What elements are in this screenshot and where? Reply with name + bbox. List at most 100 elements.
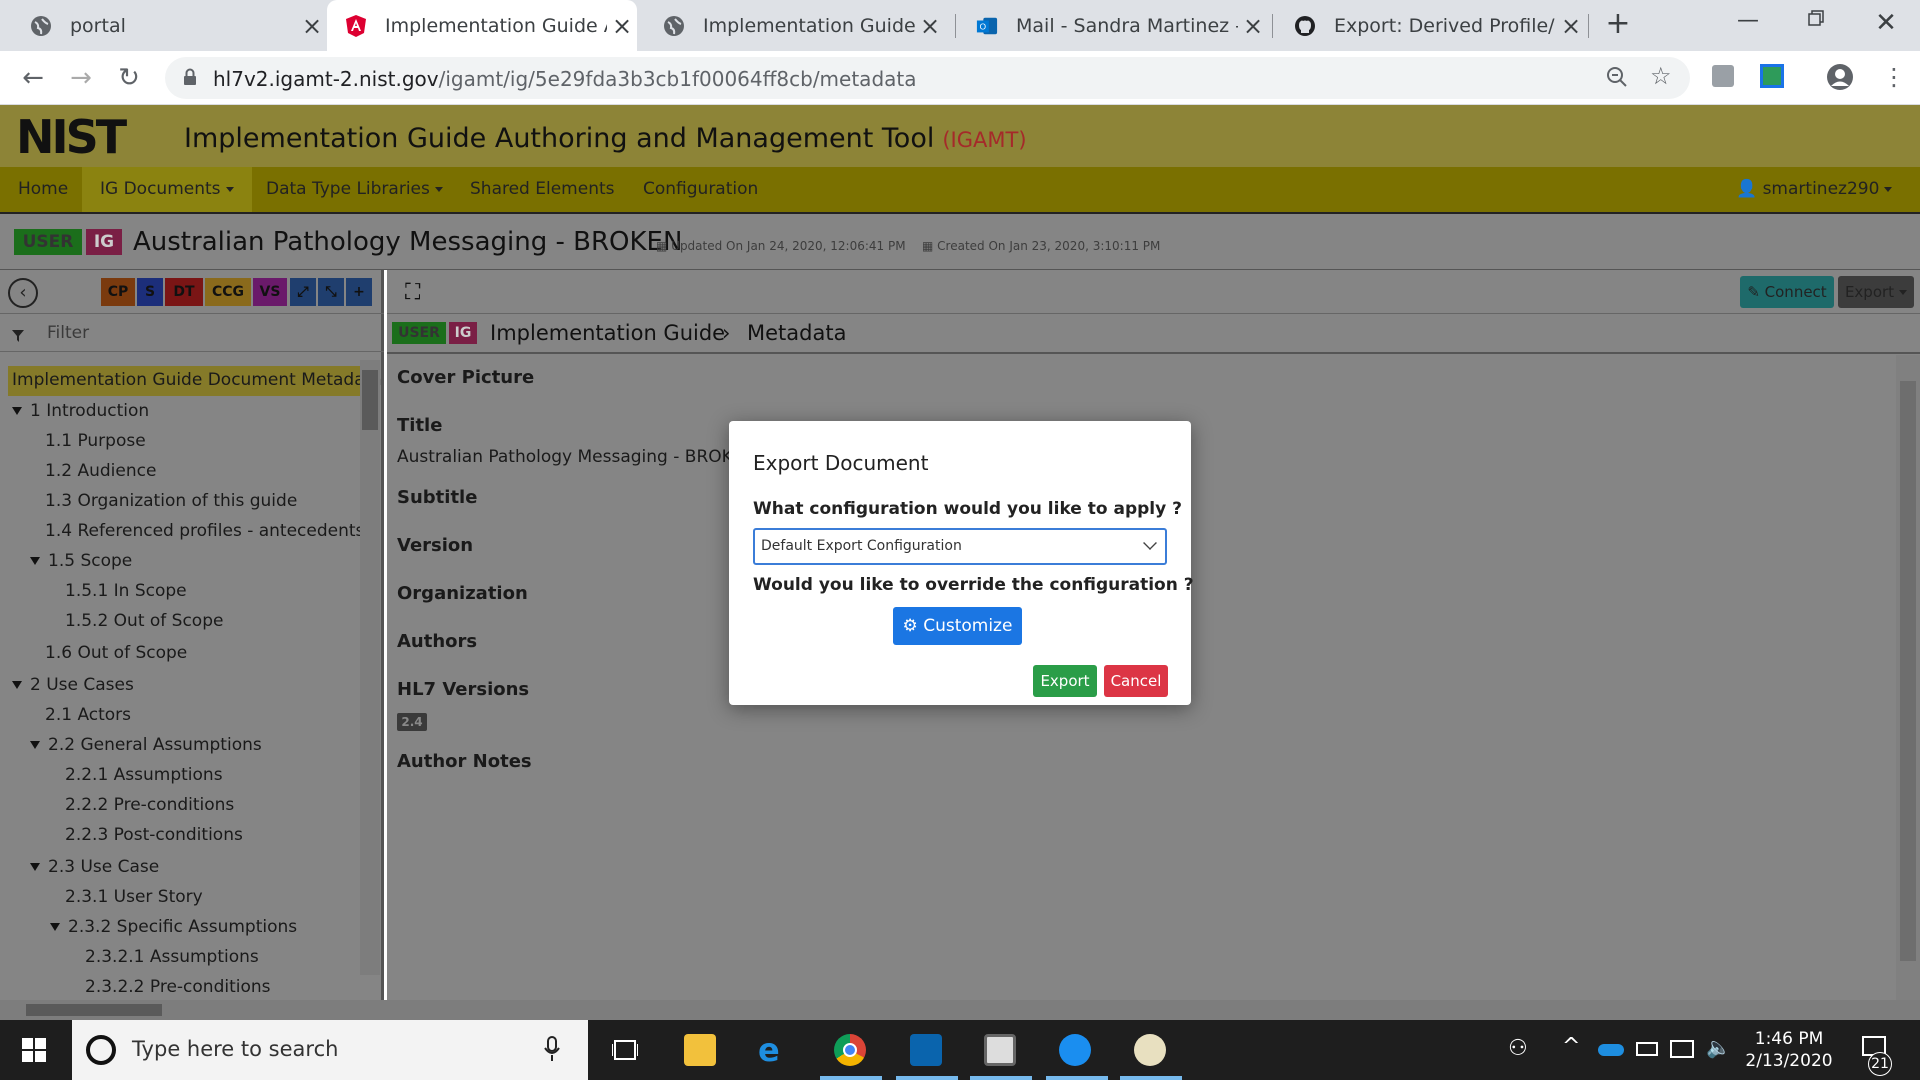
export-configuration-select[interactable]: Default Export Configuration [753, 528, 1167, 565]
expand-icon[interactable] [30, 557, 40, 565]
close-window-icon[interactable]: ✕ [1866, 8, 1906, 38]
toc-item[interactable]: 2.3.2 Specific Assumptions [50, 917, 297, 937]
expand-icon[interactable] [12, 407, 22, 415]
s-button[interactable]: S [137, 278, 163, 306]
cp-button[interactable]: CP [101, 278, 135, 306]
collapse-all-icon[interactable]: ⤡ [318, 278, 344, 306]
content-scrollbar[interactable] [1896, 355, 1920, 1000]
zoom-icon[interactable] [1605, 65, 1629, 93]
minimize-icon[interactable]: — [1728, 8, 1768, 33]
filter-input[interactable]: Filter [47, 323, 89, 343]
toc-item[interactable]: 2.3.1 User Story [65, 887, 203, 907]
close-tab-icon[interactable]: × [1556, 12, 1586, 40]
toc-item[interactable]: 1.5.2 Out of Scope [65, 611, 223, 631]
tab-portal[interactable]: portal × [12, 0, 327, 51]
customize-button[interactable]: ⚙ Customize [893, 607, 1022, 645]
reload-icon[interactable]: ↻ [112, 61, 146, 95]
extension-icon[interactable] [1760, 64, 1784, 88]
user-menu[interactable]: 👤 smartinez290 [1718, 167, 1910, 212]
toc-item[interactable]: 2.2.2 Pre-conditions [65, 795, 234, 815]
nav-configuration[interactable]: Configuration [625, 167, 776, 212]
toc-item[interactable]: 1.4 Referenced profiles - antecedents [45, 521, 364, 541]
network-icon[interactable] [1670, 1040, 1694, 1058]
ccg-button[interactable]: CCG [205, 278, 251, 306]
volume-icon[interactable]: 🔈 [1706, 1035, 1731, 1059]
expand-all-icon[interactable]: ⤢ [290, 278, 316, 306]
nist-logo[interactable]: NIST [16, 114, 127, 160]
toc-item[interactable]: 1.5.1 In Scope [65, 581, 187, 601]
file-explorer-icon[interactable] [684, 1034, 716, 1066]
toc-scroll-thumb[interactable] [362, 370, 378, 430]
windows-start-icon[interactable] [22, 1038, 46, 1066]
add-section-icon[interactable]: + [346, 278, 372, 306]
microphone-icon[interactable] [544, 1036, 560, 1066]
toc-item[interactable]: 2.1 Actors [45, 705, 131, 725]
close-tab-icon[interactable]: × [297, 12, 327, 40]
battery-icon[interactable] [1636, 1042, 1658, 1056]
outlook-icon[interactable] [910, 1034, 942, 1066]
toc-item[interactable]: 1 Introduction [12, 401, 149, 421]
restore-icon[interactable] [1796, 8, 1836, 33]
paint-app-icon[interactable] [1134, 1034, 1166, 1066]
expand-icon[interactable] [30, 863, 40, 871]
people-icon[interactable]: ⚇ [1508, 1036, 1528, 1061]
profile-icon[interactable] [1826, 63, 1854, 95]
toc-item[interactable]: 2.3.2.1 Assumptions [85, 947, 259, 967]
close-tab-icon[interactable]: × [1238, 12, 1268, 40]
terminal-app-icon[interactable] [984, 1034, 1016, 1066]
address-bar[interactable]: hl7v2.igamt-2.nist.gov/igamt/ig/5e29fda3… [165, 57, 1690, 99]
cancel-button[interactable]: Cancel [1104, 665, 1168, 697]
toc-item[interactable]: 1.6 Out of Scope [45, 643, 187, 663]
toc-item[interactable]: 2 Use Cases [12, 675, 134, 695]
forward-icon[interactable]: → [64, 61, 98, 95]
toc-item[interactable]: 2.3.2.2 Pre-conditions [85, 977, 271, 997]
task-view-icon[interactable] [611, 1038, 639, 1066]
expand-icon[interactable] [12, 681, 22, 689]
nav-home[interactable]: Home [0, 167, 86, 212]
onedrive-icon[interactable] [1598, 1044, 1624, 1056]
toc-item[interactable]: 1.1 Purpose [45, 431, 146, 451]
toc-item[interactable]: Implementation Guide Document Metadata [12, 370, 382, 390]
back-icon[interactable]: ← [16, 61, 50, 95]
toc-item[interactable]: 1.3 Organization of this guide [45, 491, 297, 511]
expand-icon[interactable] [30, 741, 40, 749]
collapse-sidebar-icon[interactable]: ‹ [8, 278, 38, 308]
toc-scrollbar[interactable] [360, 360, 380, 975]
vs-button[interactable]: VS [253, 278, 287, 306]
tab-implementation-guide[interactable]: Implementation Guide × [645, 0, 945, 51]
toc-item[interactable]: 2.3 Use Case [30, 857, 159, 877]
toc-item[interactable]: 1.5 Scope [30, 551, 132, 571]
connect-button[interactable]: ✎ Connect [1740, 276, 1834, 308]
edge-icon[interactable]: e [758, 1034, 780, 1066]
dt-button[interactable]: DT [165, 278, 203, 306]
toc-item[interactable]: 2.2 General Assumptions [30, 735, 262, 755]
bing-app-icon[interactable] [1059, 1034, 1091, 1066]
nav-shared-elements[interactable]: Shared Elements [452, 167, 633, 212]
taskbar-clock[interactable]: 1:46 PM 2/13/2020 [1734, 1028, 1844, 1072]
taskbar-search[interactable]: Type here to search [72, 1020, 588, 1080]
menu-icon[interactable]: ⋮ [1882, 63, 1906, 91]
toc-item[interactable]: 2.2.3 Post-conditions [65, 825, 243, 845]
horizontal-scrollbar[interactable] [0, 1000, 1920, 1020]
new-tab-icon[interactable]: + [1598, 6, 1638, 41]
close-tab-icon[interactable]: × [915, 12, 945, 40]
export-dropdown-button[interactable]: Export [1838, 276, 1914, 308]
toc-filter[interactable]: Filter [0, 314, 384, 352]
extension-icon[interactable] [1712, 65, 1734, 87]
tab-github[interactable]: Export: Derived Profile/Diffe × [1276, 0, 1586, 51]
fullscreen-icon[interactable]: ⛶ [405, 280, 420, 305]
close-tab-icon[interactable]: × [607, 12, 637, 40]
show-hidden-icons[interactable]: ^ [1562, 1034, 1580, 1059]
export-button[interactable]: Export [1033, 665, 1097, 697]
content-scroll-thumb[interactable] [1900, 381, 1916, 961]
toc-item[interactable]: 2.2.1 Assumptions [65, 765, 223, 785]
tab-igamt[interactable]: Implementation Guide Auth × [327, 0, 637, 51]
expand-icon[interactable] [50, 923, 60, 931]
nav-ig-documents[interactable]: IG Documents [82, 167, 252, 212]
toc-item[interactable]: 1.2 Audience [45, 461, 156, 481]
horizontal-scroll-thumb[interactable] [26, 1004, 162, 1016]
nav-data-type-libraries[interactable]: Data Type Libraries [248, 167, 461, 212]
bookmark-star-icon[interactable]: ☆ [1650, 62, 1672, 90]
tab-mail[interactable]: O Mail - Sandra Martinez - Ou × [958, 0, 1268, 51]
breadcrumb-root[interactable]: Implementation Guide [490, 321, 725, 345]
